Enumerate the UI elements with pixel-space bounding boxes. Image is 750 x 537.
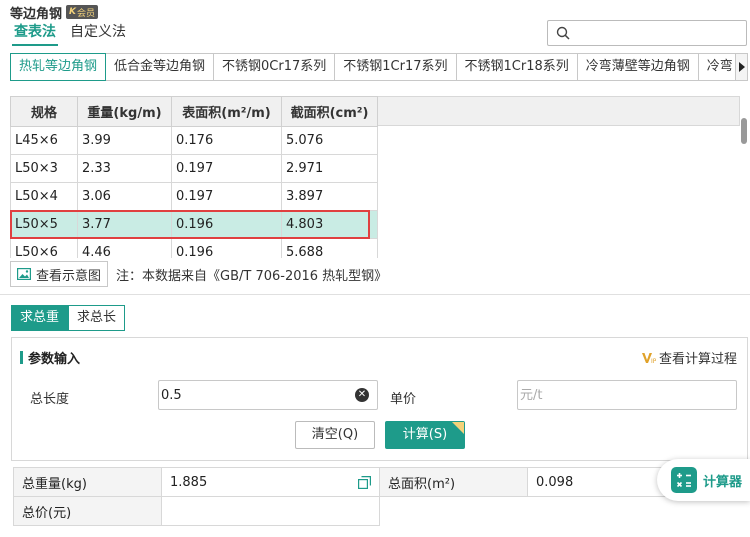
table-scrollbar-thumb[interactable] [741, 118, 747, 144]
image-icon [17, 268, 31, 280]
source-note-text: 注：本数据来自《GB/T 706-2016 热轧型钢》 [116, 268, 388, 284]
accent-bar [20, 351, 23, 364]
cell-surface-area: 0.197 [171, 154, 282, 183]
calculator-button[interactable]: 计算器 [657, 459, 750, 501]
total-price-label: 总价(元) [13, 496, 162, 526]
triangle-right-icon [739, 62, 745, 72]
cell-section-area: 5.076 [281, 126, 378, 155]
clear-button[interactable]: 清空(Q) [295, 421, 375, 449]
cell-section-area: 2.971 [281, 154, 378, 183]
calculator-label: 计算器 [703, 474, 743, 490]
table-row[interactable]: L45×6 3.99 0.176 5.076 [10, 126, 378, 155]
total-length-label: 总长度 [30, 392, 70, 407]
param-section-label: 参数输入 [28, 352, 81, 367]
category-tab-cold-bend[interactable]: 冷弯 [697, 53, 735, 81]
column-header-section-area[interactable]: 截面积(cm²) [281, 96, 378, 127]
table-header-row: 规格 重量(kg/m) 表面积(m²/m) 截面积(cm²) [10, 96, 378, 127]
cell-surface-area: 0.197 [171, 182, 282, 211]
category-tab-0cr17[interactable]: 不锈钢0Cr17系列 [213, 53, 336, 81]
svg-text:IP: IP [651, 358, 656, 364]
search-icon [556, 26, 570, 44]
cell-section-area: 3.897 [281, 182, 378, 211]
vip-badge: K 会员 [66, 5, 99, 19]
vip-icon: IP [641, 352, 656, 364]
category-tab-hot-rolled[interactable]: 热轧等边角钢 [10, 53, 107, 81]
calculator-icon [671, 467, 697, 493]
total-length-input[interactable] [161, 385, 351, 405]
total-length-field-box: ✕ [158, 380, 378, 410]
vip-corner-icon [452, 422, 464, 434]
spec-table: 规格 重量(kg/m) 表面积(m²/m) 截面积(cm²) L45×6 3.9… [10, 96, 378, 258]
cell-weight: 3.06 [77, 182, 172, 211]
column-header-weight[interactable]: 重量(kg/m) [77, 96, 172, 127]
category-tab-low-alloy[interactable]: 低合金等边角钢 [105, 53, 215, 81]
cell-spec: L50×4 [10, 182, 78, 211]
table-row[interactable]: L50×4 3.06 0.197 3.897 [10, 182, 378, 211]
cell-surface-area: 0.176 [171, 126, 282, 155]
page-title: 等边角钢 [10, 6, 63, 22]
results-row: 总价(元) [13, 496, 746, 526]
total-weight-cell: 1.885 [161, 467, 380, 497]
header: 等边角钢 K 会员 [10, 3, 99, 22]
cell-spec: L50×5 [10, 210, 78, 239]
category-tab-1cr17[interactable]: 不锈钢1Cr17系列 [334, 53, 457, 81]
mode-tabs: 查表法 自定义法 [12, 22, 128, 46]
cell-weight: 3.77 [77, 210, 172, 239]
column-header-spec[interactable]: 规格 [10, 96, 78, 127]
cell-surface-area: 0.196 [171, 210, 282, 239]
table-row[interactable]: L50×6 4.46 0.196 5.688 [10, 238, 378, 258]
calc-mode-tabs: 求总重 求总长 [11, 305, 126, 331]
param-section-title: 参数输入 [20, 348, 80, 367]
spec-table-area: 规格 重量(kg/m) 表面积(m²/m) 截面积(cm²) L45×6 3.9… [10, 96, 750, 258]
unit-price-input[interactable] [520, 385, 730, 405]
calculate-button[interactable]: 计算(S) [385, 421, 465, 449]
search-input[interactable] [574, 23, 742, 43]
table-row-selected[interactable]: L50×5 3.77 0.196 4.803 [10, 210, 378, 239]
total-area-label: 总面积(m²) [379, 467, 528, 497]
category-tab-cold-formed[interactable]: 冷弯薄壁等边角钢 [576, 53, 699, 81]
unit-price-label: 单价 [390, 392, 417, 407]
view-calc-process-label: 查看计算过程 [658, 352, 737, 367]
vip-badge-label: 会员 [77, 8, 96, 19]
tab-lookup-table[interactable]: 查表法 [12, 22, 58, 46]
results-table: 总重量(kg) 1.885 总面积(m²) 0.098 总价(元) [13, 467, 746, 526]
cell-weight: 2.33 [77, 154, 172, 183]
clear-input-icon[interactable]: ✕ [355, 388, 369, 402]
section-divider [0, 294, 750, 295]
tab-custom[interactable]: 自定义法 [68, 22, 128, 46]
source-note-bar: 查看示意图 注：本数据来自《GB/T 706-2016 热轧型钢》 [10, 260, 387, 288]
view-diagram-button[interactable]: 查看示意图 [10, 261, 109, 287]
view-calc-process-link[interactable]: IP 查看计算过程 [641, 348, 737, 367]
cell-spec: L45×6 [10, 126, 78, 155]
tabs-scroll-right-button[interactable] [735, 53, 748, 81]
cell-weight: 4.46 [77, 238, 172, 258]
total-weight-label: 总重量(kg) [13, 467, 162, 497]
cell-weight: 3.99 [77, 126, 172, 155]
cell-section-area: 5.688 [281, 238, 378, 258]
results-row: 总重量(kg) 1.885 总面积(m²) 0.098 [13, 467, 746, 497]
category-tab-1cr18[interactable]: 不锈钢1Cr18系列 [455, 53, 578, 81]
cell-spec: L50×3 [10, 154, 78, 183]
cell-spec: L50×6 [10, 238, 78, 258]
tab-total-length[interactable]: 求总长 [68, 305, 126, 331]
table-row[interactable]: L50×3 2.33 0.197 2.971 [10, 154, 378, 183]
cell-surface-area: 0.196 [171, 238, 282, 258]
column-header-surface-area[interactable]: 表面积(m²/m) [171, 96, 282, 127]
category-tabs: 热轧等边角钢 低合金等边角钢 不锈钢0Cr17系列 不锈钢1Cr17系列 不锈钢… [10, 53, 735, 81]
unit-price-field-box [517, 380, 737, 410]
search-box [547, 20, 747, 46]
total-price-value [161, 496, 380, 526]
cell-section-area: 4.803 [281, 210, 378, 239]
view-diagram-label: 查看示意图 [36, 268, 102, 284]
tab-total-weight[interactable]: 求总重 [11, 305, 69, 331]
param-input-panel: 参数输入 IP 查看计算过程 总长度 ✕ 单价 清空(Q) 计算(S) [11, 337, 748, 461]
copy-icon[interactable] [358, 476, 371, 493]
vip-mark: K [69, 7, 76, 17]
calculate-button-label: 计算(S) [402, 427, 448, 442]
total-weight-value: 1.885 [170, 474, 208, 490]
